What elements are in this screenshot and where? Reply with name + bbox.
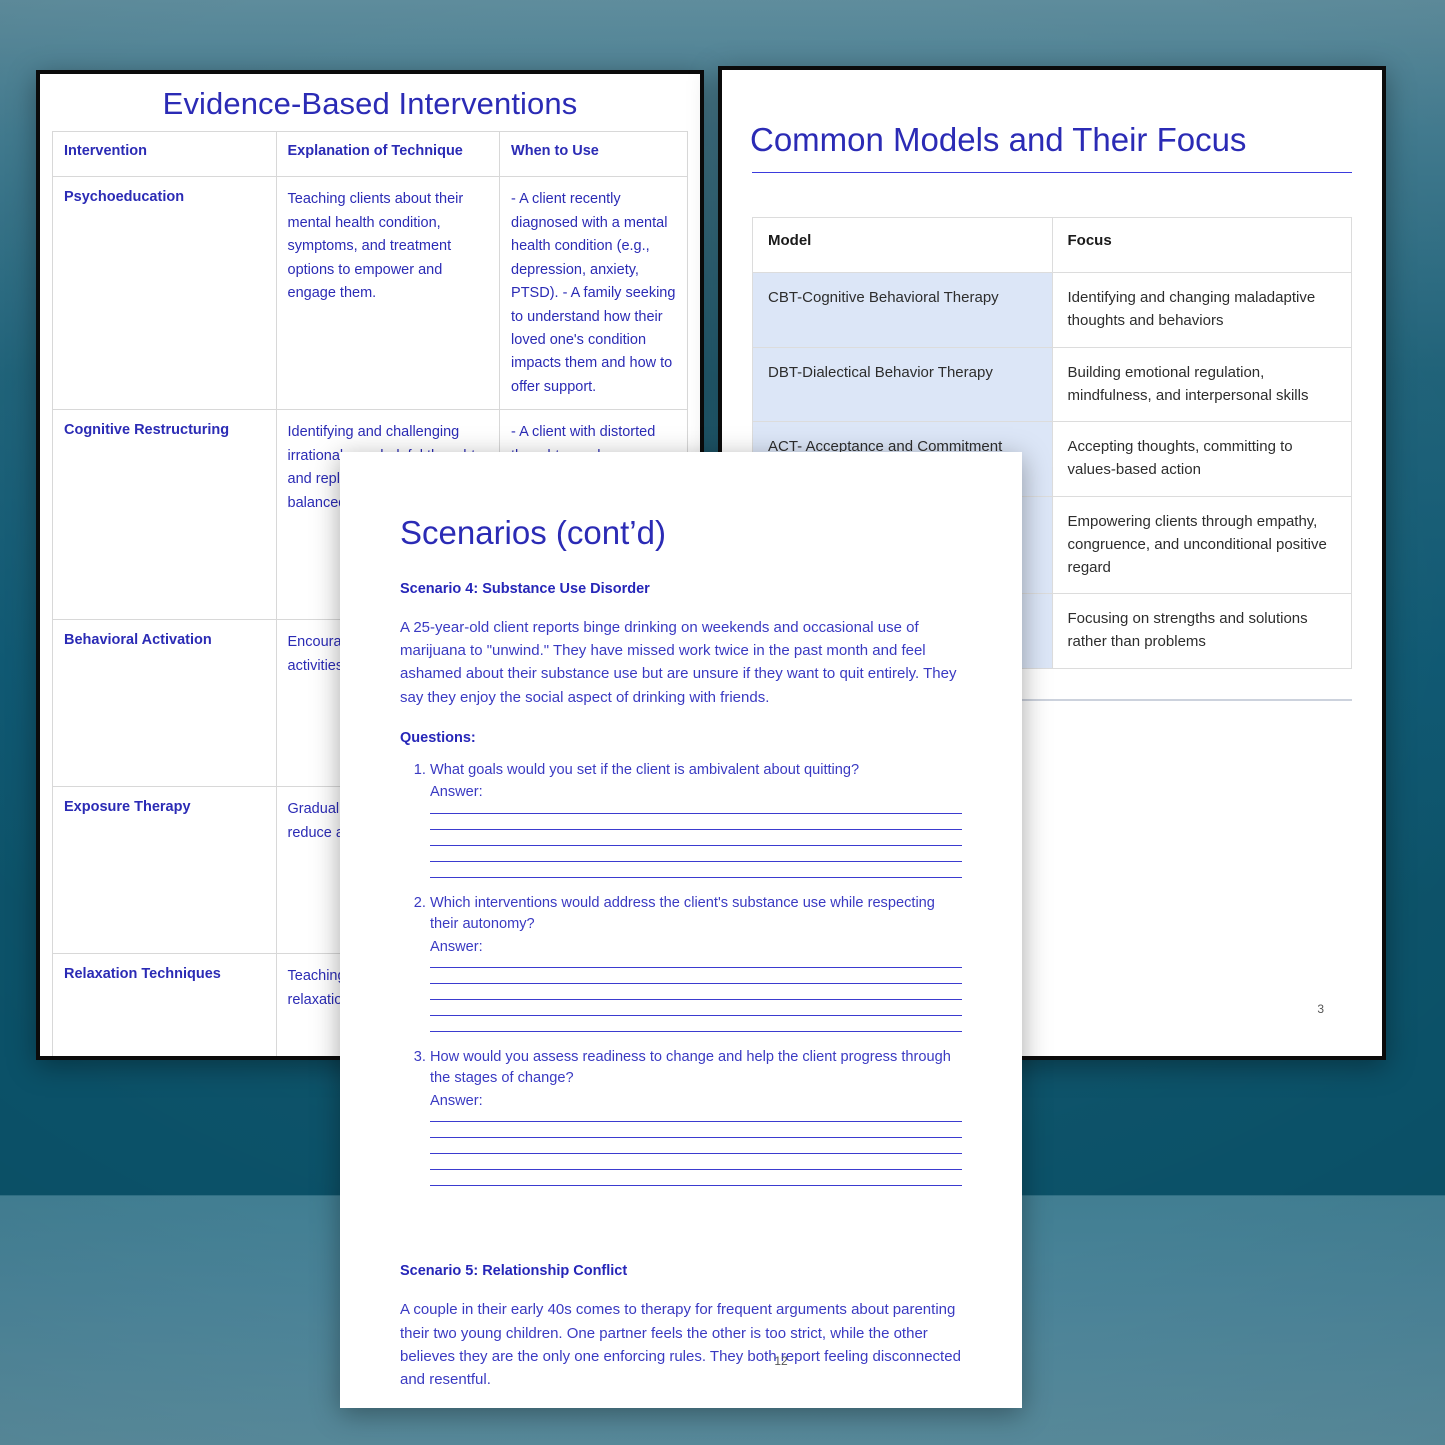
page-number: 3 [1317, 1002, 1324, 1016]
answer-lines[interactable] [430, 813, 962, 879]
scenario-4-question-list: What goals would you set if the client i… [400, 760, 962, 1187]
cell-focus: Focusing on strengths and solutions rath… [1051, 593, 1352, 670]
cell-model: DBT-Dialectical Behavior Therapy [752, 346, 1053, 423]
scenario-4-body: A 25-year-old client reports binge drink… [400, 619, 957, 706]
cell-focus: Empowering clients through empathy, cong… [1051, 496, 1352, 595]
cell-explanation: Teaching clients about their mental heal… [275, 176, 501, 411]
answer-line[interactable] [430, 1185, 962, 1187]
cell-intervention: Exposure Therapy [52, 786, 277, 955]
answer-line[interactable] [430, 829, 962, 831]
answer-label: Answer: [430, 784, 483, 801]
document-scenarios-contd[interactable]: Scenarios (cont’d) Scenario 4: Substance… [340, 452, 1022, 1408]
answer-line[interactable] [430, 967, 962, 969]
col-header-intervention: Intervention [52, 131, 277, 178]
answer-line[interactable] [430, 877, 962, 879]
answer-line[interactable] [430, 1031, 962, 1033]
list-item: Which interventions would address the cl… [430, 893, 962, 1033]
answer-line[interactable] [430, 861, 962, 863]
col-header-focus: Focus [1051, 217, 1352, 274]
title-underline [752, 172, 1352, 174]
cell-intervention: Relaxation Techniques [52, 953, 277, 1056]
screenshot-stage: Evidence-Based Interventions Interventio… [0, 0, 1445, 1445]
table-row: CBT-Cognitive Behavioral Therapy Identif… [752, 272, 1352, 348]
left-doc-title: Evidence-Based Interventions [162, 86, 578, 121]
mid-doc-title: Scenarios (cont’d) [400, 514, 666, 551]
table-row: Psychoeducation Teaching clients about t… [52, 176, 688, 411]
answer-line[interactable] [430, 1169, 962, 1171]
list-item: What goals would you set if the client i… [430, 760, 962, 879]
table-header-row: Intervention Explanation of Technique Wh… [52, 131, 688, 178]
cell-when: - A client recently diagnosed with a men… [499, 176, 688, 411]
col-header-model: Model [752, 217, 1053, 274]
answer-line[interactable] [430, 1153, 962, 1155]
scenario-4-heading: Scenario 4: Substance Use Disorder [400, 581, 650, 598]
col-header-explanation: Explanation of Technique [275, 131, 501, 178]
answer-line[interactable] [430, 999, 962, 1001]
answer-label: Answer: [430, 938, 483, 955]
cell-focus: Identifying and changing maladaptive tho… [1051, 272, 1352, 348]
answer-lines[interactable] [430, 967, 962, 1033]
scenario-4-questions-label: Questions: [400, 729, 476, 746]
cell-intervention: Cognitive Restructuring [52, 409, 277, 621]
col-header-when-to-use: When to Use [499, 131, 688, 178]
answer-line[interactable] [430, 813, 962, 815]
cell-focus: Accepting thoughts, committing to values… [1051, 421, 1352, 498]
cell-intervention: Psychoeducation [52, 176, 277, 411]
question-text: How would you assess readiness to change… [430, 1049, 951, 1086]
question-text: What goals would you set if the client i… [430, 761, 860, 778]
page-number: 12 [774, 1354, 788, 1368]
answer-line[interactable] [430, 983, 962, 985]
scenario-5-body: A couple in their early 40s comes to the… [400, 1301, 961, 1388]
answer-line[interactable] [430, 1015, 962, 1017]
cell-intervention: Behavioral Activation [52, 619, 277, 788]
question-text: Which interventions would address the cl… [430, 895, 935, 932]
answer-line[interactable] [430, 1137, 962, 1139]
answer-line[interactable] [430, 1121, 962, 1123]
answer-line[interactable] [430, 845, 962, 847]
answer-label: Answer: [430, 1092, 483, 1109]
table-row: DBT-Dialectical Behavior Therapy Buildin… [752, 346, 1352, 423]
scenario-5-heading: Scenario 5: Relationship Conflict [400, 1263, 628, 1280]
answer-lines[interactable] [430, 1121, 962, 1187]
mid-doc-inner: Scenarios (cont’d) Scenario 4: Substance… [340, 514, 1022, 1408]
table-header-row: Model Focus [752, 217, 1352, 274]
cell-focus: Building emotional regulation, mindfulne… [1051, 346, 1352, 423]
cell-model: CBT-Cognitive Behavioral Therapy [752, 272, 1053, 348]
right-doc-title: Common Models and Their Focus [750, 121, 1247, 158]
list-item: How would you assess readiness to change… [430, 1047, 962, 1187]
